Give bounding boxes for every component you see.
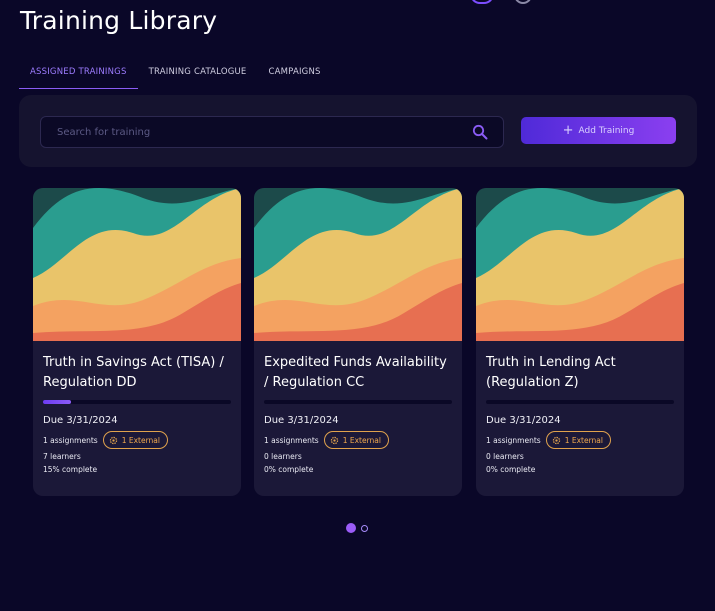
card-title: Expedited Funds Availability / Regulatio… [264, 355, 447, 390]
assignment-row: 1 assignments 1 External [486, 431, 611, 449]
card-title: Truth in Savings Act (TISA) / Regulation… [43, 355, 224, 390]
training-card[interactable]: Expedited Funds Availability / Regulatio… [254, 188, 462, 496]
assignment-row: 1 assignments 1 External [264, 431, 389, 449]
tab-bar: ASSIGNED TRAININGS TRAINING CATALOGUE CA… [19, 60, 696, 89]
learners-count: 7 learners [43, 452, 81, 461]
card-cover-image [33, 188, 241, 341]
progress-bar [486, 400, 674, 404]
completion-percent: 0% complete [264, 465, 314, 474]
notification-icon [514, 0, 532, 4]
completion-percent: 0% complete [486, 465, 536, 474]
card-title: Truth in Lending Act (Regulation Z) [486, 355, 616, 390]
gear-icon [330, 436, 338, 444]
pagination-dot-2[interactable] [361, 524, 368, 532]
add-training-button[interactable]: + Add Training [521, 117, 676, 144]
training-card[interactable]: Truth in Lending Act (Regulation Z) Due … [476, 188, 684, 496]
tab-campaigns[interactable]: CAMPAIGNS [258, 60, 332, 88]
assignments-count: 1 assignments [264, 435, 319, 445]
user-avatar-icon [470, 0, 494, 4]
due-date: Due 3/31/2024 [264, 415, 339, 426]
external-count: 1 External [342, 435, 381, 445]
assignment-row: 1 assignments 1 External [43, 431, 168, 449]
tab-training-catalogue[interactable]: TRAINING CATALOGUE [138, 60, 258, 88]
learners-count: 0 learners [486, 452, 524, 461]
completion-percent: 15% complete [43, 465, 98, 474]
pagination-dot-1[interactable] [346, 523, 356, 533]
search-panel: + Add Training [19, 95, 697, 167]
assignments-count: 1 assignments [43, 435, 98, 445]
gear-icon [109, 436, 117, 444]
search-box [40, 116, 504, 148]
training-card[interactable]: Truth in Savings Act (TISA) / Regulation… [33, 188, 241, 496]
due-date: Due 3/31/2024 [486, 415, 561, 426]
learners-count: 0 learners [264, 452, 302, 461]
tab-assigned-trainings[interactable]: ASSIGNED TRAININGS [19, 60, 138, 89]
external-badge: 1 External [545, 431, 611, 449]
progress-bar [264, 400, 452, 404]
external-badge: 1 External [102, 431, 168, 449]
progress-fill [43, 400, 72, 404]
search-icon[interactable] [469, 121, 491, 143]
external-badge: 1 External [323, 431, 389, 449]
external-count: 1 External [564, 435, 603, 445]
assignments-count: 1 assignments [486, 435, 541, 445]
progress-bar [43, 400, 231, 404]
carousel-pagination [346, 523, 368, 533]
search-input[interactable] [41, 125, 469, 139]
header-partial-icons [470, 0, 532, 4]
page-title: Training Library [20, 6, 218, 35]
external-count: 1 External [121, 435, 160, 445]
gear-icon [552, 436, 560, 444]
add-training-label: Add Training [578, 125, 635, 136]
card-cover-image [254, 188, 462, 341]
plus-icon: + [562, 123, 574, 138]
due-date: Due 3/31/2024 [43, 415, 118, 426]
card-cover-image [476, 188, 684, 341]
